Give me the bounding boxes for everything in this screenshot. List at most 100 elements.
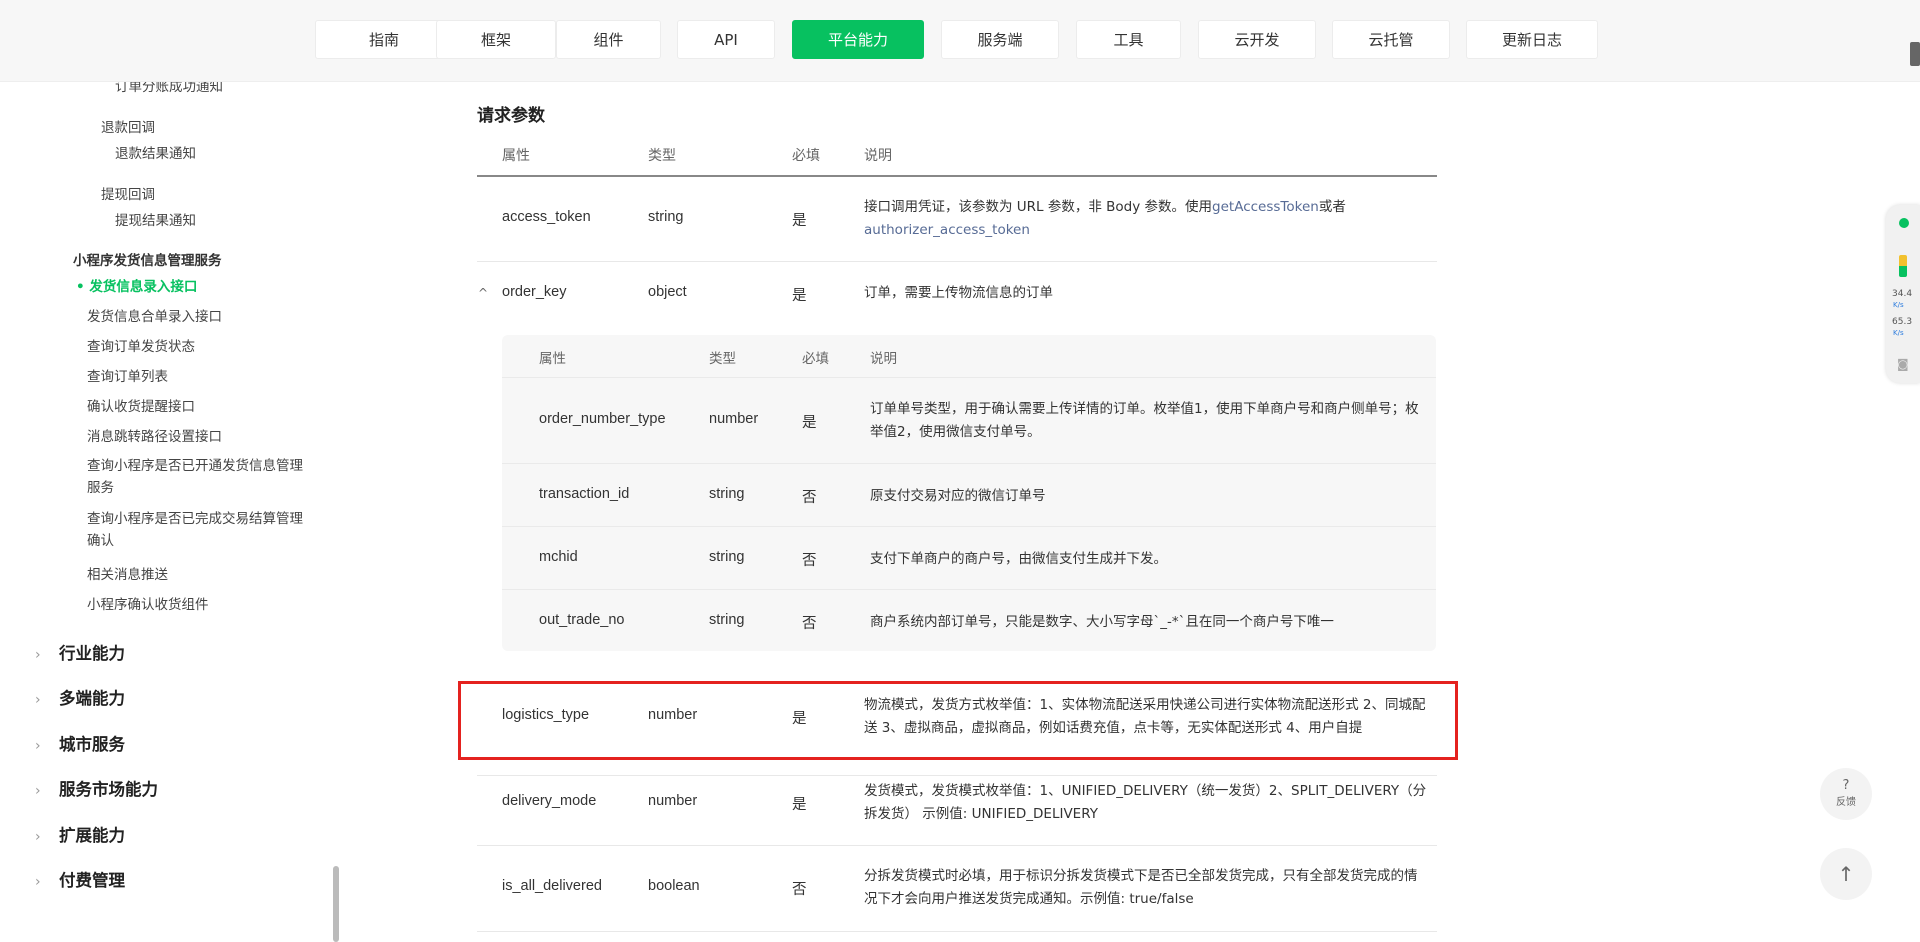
upload-unit: K/s bbox=[1893, 301, 1904, 309]
nested-param-table: 属性 类型 必填 说明 order_number_type number 是 订… bbox=[502, 335, 1436, 651]
nav-tools[interactable]: 工具 bbox=[1076, 20, 1181, 59]
page-scrollbar-thumb[interactable] bbox=[1910, 42, 1920, 66]
nested-header-type: 类型 bbox=[709, 351, 736, 367]
table-header-rule bbox=[477, 175, 1437, 177]
sidebar-item-withdraw-callback[interactable]: 提现回调 bbox=[101, 183, 155, 203]
sidebar-item-related-messages[interactable]: 相关消息推送 bbox=[87, 563, 168, 583]
feedback-button[interactable]: ? 反馈 bbox=[1820, 768, 1872, 820]
status-dot-icon bbox=[1899, 218, 1909, 228]
load-bar-icon bbox=[1899, 255, 1907, 277]
nav-cloud-dev[interactable]: 云开发 bbox=[1198, 20, 1316, 59]
chevron-right-icon: › bbox=[35, 647, 41, 663]
get-access-token-link[interactable]: getAccessToken bbox=[1212, 199, 1319, 215]
sidebar-category-payment[interactable]: › 付费管理 bbox=[35, 867, 125, 891]
param-name: order_key bbox=[502, 284, 567, 300]
back-to-top-button[interactable]: ↑ bbox=[1820, 848, 1872, 900]
sidebar-scrollbar[interactable] bbox=[333, 866, 339, 942]
nav-platform[interactable]: 平台能力 bbox=[792, 20, 924, 59]
nav-components[interactable]: 组件 bbox=[556, 20, 661, 59]
nested-param-required: 是 bbox=[802, 415, 817, 431]
sidebar-item-jump-path[interactable]: 消息跳转路径设置接口 bbox=[87, 425, 222, 445]
row-divider bbox=[477, 261, 1437, 262]
sidebar-item-order-list[interactable]: 查询订单列表 bbox=[87, 365, 168, 385]
row-divider bbox=[502, 463, 1436, 464]
sidebar-group-shipping[interactable]: 小程序发货信息管理服务 bbox=[73, 249, 222, 269]
sidebar-item-order-status[interactable]: 查询订单发货状态 bbox=[87, 335, 195, 355]
param-required: 是 bbox=[792, 213, 807, 229]
param-name: access_token bbox=[502, 209, 591, 225]
header-desc: 说明 bbox=[864, 148, 892, 164]
sidebar-item-receipt-reminder[interactable]: 确认收货提醒接口 bbox=[87, 395, 195, 415]
sidebar-item-check-service-open[interactable]: 查询小程序是否已开通发货信息管理服务 bbox=[87, 455, 307, 499]
nested-header-desc: 说明 bbox=[870, 351, 897, 367]
header-type: 类型 bbox=[648, 148, 676, 164]
param-desc: 接口调用凭证，该参数为 URL 参数，非 Body 参数。使用getAccess… bbox=[864, 199, 1346, 238]
sidebar-category-market[interactable]: › 服务市场能力 bbox=[35, 776, 158, 800]
chevron-right-icon: › bbox=[35, 783, 41, 799]
download-unit: K/s bbox=[1893, 329, 1904, 337]
authorizer-token-link[interactable]: authorizer_access_token bbox=[864, 222, 1030, 238]
sidebar-item-split-notify[interactable]: 订单分账成功通知 bbox=[115, 81, 223, 95]
nested-header-attr: 属性 bbox=[539, 351, 566, 367]
row-divider bbox=[502, 589, 1436, 590]
nested-param-name: order_number_type bbox=[539, 411, 666, 427]
chevron-up-icon[interactable]: ^ bbox=[478, 286, 488, 300]
nested-param-desc: 原支付交易对应的微信订单号 bbox=[870, 488, 1046, 504]
row-divider bbox=[502, 377, 1436, 378]
highlight-box bbox=[458, 681, 1458, 760]
nested-param-type: number bbox=[709, 411, 759, 427]
nested-param-type: string bbox=[709, 486, 745, 502]
nested-param-desc: 支付下单商户的商户号，由微信支付生成并下发。 bbox=[870, 551, 1167, 567]
camera-icon[interactable]: ◙ bbox=[1897, 357, 1909, 371]
row-divider bbox=[477, 775, 1437, 776]
param-desc: 发货模式，发货模式枚举值：1、UNIFIED_DELIVERY（统一发货）2、S… bbox=[864, 783, 1427, 822]
sidebar-category-extension[interactable]: › 扩展能力 bbox=[35, 822, 125, 846]
chevron-right-icon: › bbox=[35, 874, 41, 890]
feedback-label: 反馈 bbox=[1836, 797, 1856, 808]
section-title: 请求参数 bbox=[477, 106, 545, 126]
sidebar-item-withdraw-notify[interactable]: 提现结果通知 bbox=[115, 209, 196, 229]
sidebar-item-shipping-upload[interactable]: • 发货信息录入接口 bbox=[76, 275, 197, 295]
param-required: 是 bbox=[792, 288, 807, 304]
sidebar-item-check-settlement[interactable]: 查询小程序是否已完成交易结算管理确认 bbox=[87, 508, 307, 552]
chevron-right-icon: › bbox=[35, 829, 41, 845]
row-divider bbox=[502, 526, 1436, 527]
nav-guide[interactable]: 指南 bbox=[315, 20, 453, 59]
sidebar-category-industry[interactable]: › 行业能力 bbox=[35, 640, 125, 664]
sidebar-item-refund-callback[interactable]: 退款回调 bbox=[101, 116, 155, 136]
sidebar-category-city[interactable]: › 城市服务 bbox=[35, 731, 125, 755]
nested-param-desc: 订单单号类型，用于确认需要上传详情的订单。枚举值1，使用下单商户号和商户侧单号；… bbox=[870, 401, 1419, 440]
nested-param-type: string bbox=[709, 549, 745, 565]
row-divider bbox=[477, 931, 1437, 932]
sidebar: 订单分账成功通知 退款回调 退款结果通知 提现回调 提现结果通知 小程序发货信息… bbox=[0, 81, 334, 942]
network-speed-widget[interactable]: 34.4 K/s 65.3 K/s ◙ bbox=[1886, 205, 1920, 383]
param-type: boolean bbox=[648, 878, 700, 894]
sidebar-item-refund-notify[interactable]: 退款结果通知 bbox=[115, 142, 196, 162]
nav-changelog[interactable]: 更新日志 bbox=[1466, 20, 1598, 59]
nav-server[interactable]: 服务端 bbox=[941, 20, 1059, 59]
top-nav: 指南 框架 组件 API 平台能力 服务端 工具 云开发 云托管 更新日志 bbox=[0, 0, 1920, 82]
chevron-right-icon: › bbox=[35, 738, 41, 754]
arrow-up-icon: ↑ bbox=[1837, 862, 1855, 886]
nested-param-required: 否 bbox=[802, 553, 817, 569]
param-desc: 订单，需要上传物流信息的订单 bbox=[864, 285, 1053, 301]
nested-param-type: string bbox=[709, 612, 745, 628]
row-divider bbox=[477, 845, 1437, 846]
param-name: delivery_mode bbox=[502, 793, 597, 809]
nested-param-name: mchid bbox=[539, 549, 578, 565]
nested-param-desc: 商户系统内部订单号，只能是数字、大小写字母`_-*`且在同一个商户号下唯一 bbox=[870, 614, 1334, 630]
header-attr: 属性 bbox=[502, 148, 530, 164]
upload-speed: 34.4 bbox=[1892, 289, 1913, 299]
nav-cloud-hosting[interactable]: 云托管 bbox=[1332, 20, 1450, 59]
sidebar-item-receipt-component[interactable]: 小程序确认收货组件 bbox=[87, 593, 209, 613]
sidebar-item-label: 发货信息录入接口 bbox=[89, 279, 198, 295]
sidebar-category-multiplatform[interactable]: › 多端能力 bbox=[35, 685, 125, 709]
nav-api[interactable]: API bbox=[677, 20, 775, 59]
nav-framework[interactable]: 框架 bbox=[436, 20, 556, 59]
param-desc: 分拆发货模式时必填，用于标识分拆发货模式下是否已全部发货完成，只有全部发货完成的… bbox=[864, 868, 1418, 907]
download-speed: 65.3 bbox=[1892, 317, 1913, 327]
sidebar-item-combined-upload[interactable]: 发货信息合单录入接口 bbox=[87, 305, 222, 325]
header-required: 必填 bbox=[792, 148, 820, 164]
nested-param-required: 否 bbox=[802, 490, 817, 506]
nested-header-required: 必填 bbox=[802, 351, 829, 367]
